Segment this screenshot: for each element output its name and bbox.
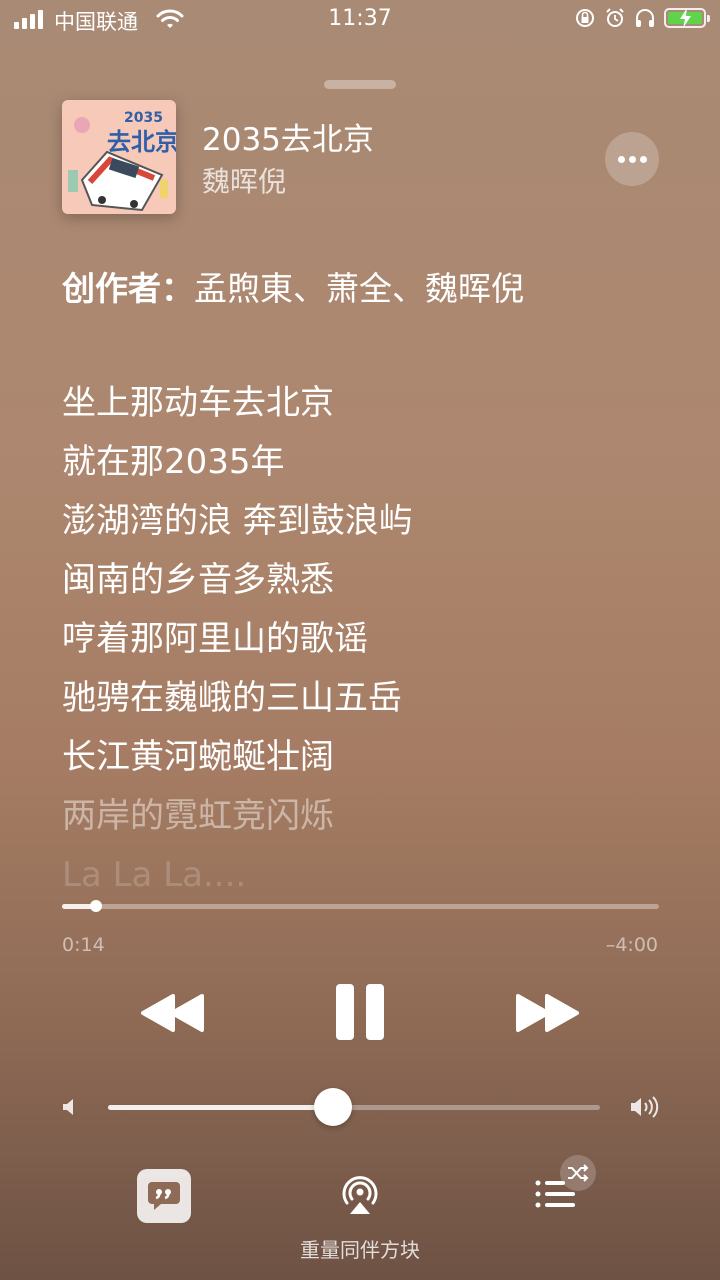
svg-text:去北京: 去北京 xyxy=(107,128,176,156)
remaining-time: –4:00 xyxy=(605,934,658,956)
volume-high-icon xyxy=(630,1096,660,1122)
airplay-button[interactable] xyxy=(338,1172,382,1220)
airplay-device-name[interactable]: 重量同伴方块 xyxy=(0,1234,720,1263)
volume-slider-fill xyxy=(108,1105,334,1110)
shuffle-badge[interactable] xyxy=(560,1155,596,1191)
headphones-icon xyxy=(636,9,654,27)
song-title: 2035去北京 xyxy=(202,122,374,158)
credits-label: 创作者： xyxy=(62,269,194,308)
lyric-line[interactable]: 哼着那阿里山的歌谣 xyxy=(62,614,682,673)
alarm-icon xyxy=(606,8,624,27)
airplay-audio-icon xyxy=(342,1176,378,1214)
status-bar: 中国联通 11:37 xyxy=(0,0,720,40)
battery-icon xyxy=(664,8,710,28)
status-icons xyxy=(574,7,710,29)
rotation-lock-icon xyxy=(576,9,594,27)
songwriter-credits: 创作者：孟煦東、萧全、魏晖倪 xyxy=(62,262,524,310)
svg-text:2035: 2035 xyxy=(124,110,163,126)
shuffle-icon xyxy=(568,1164,589,1182)
elapsed-time: 0:14 xyxy=(62,934,105,956)
lyrics-view[interactable]: 坐上那动车去北京 就在那2035年 澎湖湾的浪 奔到鼓浪屿 闽南的乡音多熟悉 哼… xyxy=(62,378,682,909)
previous-track-button[interactable] xyxy=(140,992,206,1038)
more-dot-icon xyxy=(628,155,636,163)
credits-names: 孟煦東、萧全、魏晖倪 xyxy=(194,269,524,308)
sheet-grabber[interactable] xyxy=(324,80,396,89)
rewind-icon xyxy=(141,994,204,1032)
lyrics-quote-icon xyxy=(148,1182,180,1210)
album-artwork[interactable]: 2035 去北京 xyxy=(62,100,176,214)
pause-button[interactable] xyxy=(334,982,386,1046)
volume-slider-handle[interactable] xyxy=(314,1088,352,1126)
lyric-line[interactable]: 两岸的霓虹竞闪烁 xyxy=(62,791,682,850)
lyric-line[interactable]: 长江黄河蜿蜒壮阔 xyxy=(62,732,682,791)
more-dot-icon xyxy=(639,155,647,163)
playback-progress-track[interactable] xyxy=(62,904,659,909)
playback-scrubber-handle[interactable] xyxy=(90,900,102,912)
volume-low-icon xyxy=(62,1098,76,1120)
lyric-line[interactable]: 驰骋在巍峨的三山五岳 xyxy=(62,673,682,732)
next-track-button[interactable] xyxy=(514,992,580,1038)
lyric-line[interactable]: 澎湖湾的浪 奔到鼓浪屿 xyxy=(62,496,682,555)
lyric-line[interactable]: 闽南的乡音多熟悉 xyxy=(62,555,682,614)
more-dot-icon xyxy=(617,155,625,163)
lyric-line[interactable]: La La La.... xyxy=(62,850,682,909)
lyrics-button[interactable] xyxy=(137,1169,191,1223)
song-artist[interactable]: 魏晖倪 xyxy=(202,160,286,200)
fast-forward-icon xyxy=(516,994,579,1032)
more-options-button[interactable] xyxy=(605,132,659,186)
pause-icon xyxy=(336,984,384,1040)
lyric-line[interactable]: 就在那2035年 xyxy=(62,437,682,496)
lyric-line[interactable]: 坐上那动车去北京 xyxy=(62,378,682,437)
